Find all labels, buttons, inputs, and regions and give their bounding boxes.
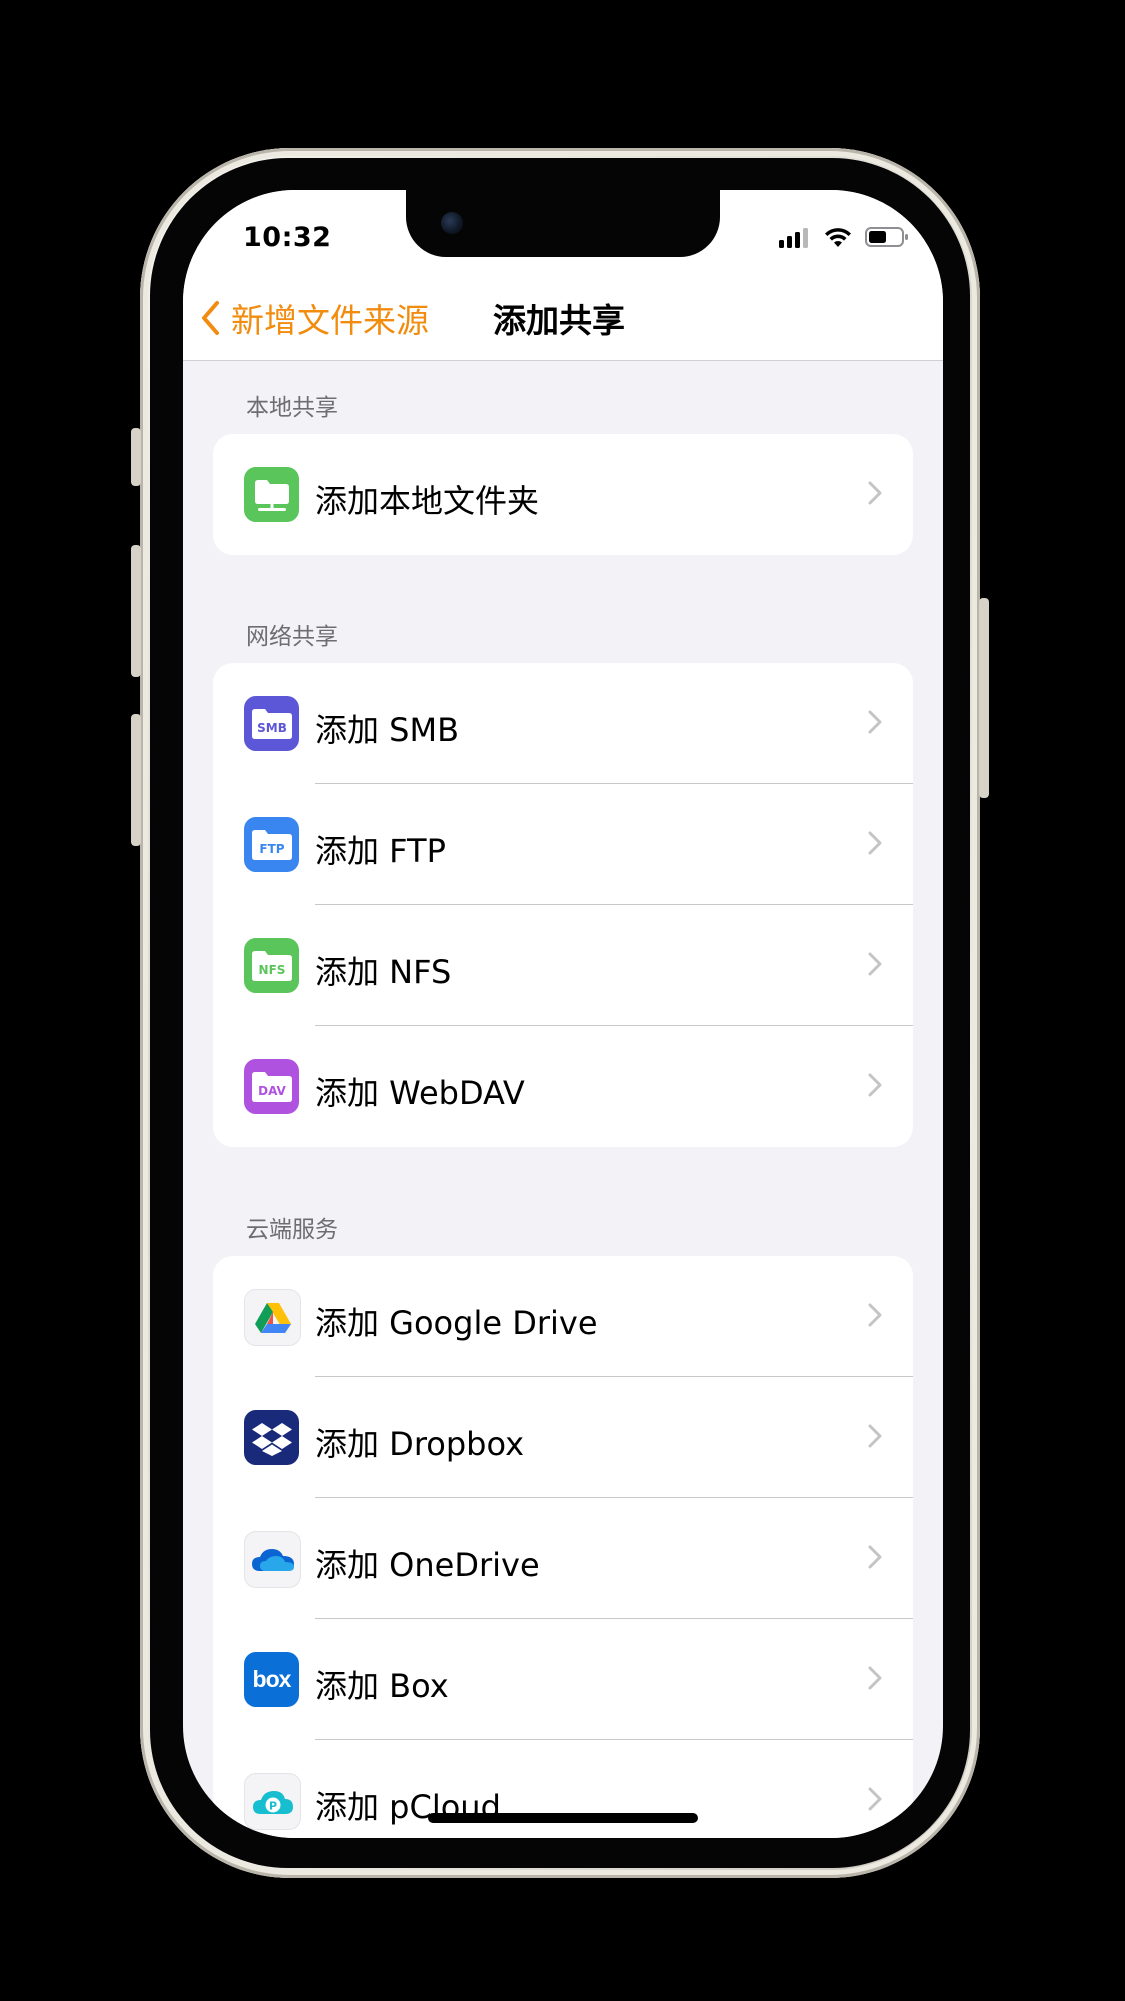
screen: 10:32 新增文件来源 添加共享 本地共享 添加本地文件夹 网络共享 SMB …	[183, 190, 943, 1838]
list-item-label: 添加本地文件夹	[315, 482, 540, 520]
svg-text:FTP: FTP	[259, 842, 284, 856]
chevron-left-icon	[202, 301, 219, 335]
smb-folder-icon: SMB	[244, 696, 299, 751]
svg-text:DAV: DAV	[258, 1084, 286, 1098]
chevron-right-icon	[868, 831, 882, 855]
local-folder-icon	[244, 467, 299, 522]
page-title: 添加共享	[493, 301, 625, 340]
home-indicator[interactable]	[428, 1813, 698, 1823]
dropbox-icon	[244, 1410, 299, 1465]
front-camera	[441, 212, 463, 234]
section-header-cloud: 云端服务	[246, 1217, 338, 1243]
list-item-add-box[interactable]: box 添加 Box	[213, 1619, 913, 1740]
box-icon: box	[244, 1652, 299, 1707]
card-network-share: SMB 添加 SMB FTP 添加 FTP NFS 添加 NFS DAV 添加 …	[213, 663, 913, 1147]
list-item-add-smb[interactable]: SMB 添加 SMB	[213, 663, 913, 784]
list-item-add-dropbox[interactable]: 添加 Dropbox	[213, 1377, 913, 1498]
list-item-label: 添加 NFS	[315, 953, 452, 991]
ftp-folder-icon: FTP	[244, 817, 299, 872]
volume-up-button	[131, 545, 141, 677]
list-item-add-onedrive[interactable]: 添加 OneDrive	[213, 1498, 913, 1619]
list-item-label: 添加 FTP	[315, 832, 446, 870]
list-item-add-webdav[interactable]: DAV 添加 WebDAV	[213, 1026, 913, 1147]
chevron-right-icon	[868, 1787, 882, 1811]
back-button-label: 新增文件来源	[231, 301, 429, 340]
svg-text:P: P	[268, 1799, 276, 1812]
list-item-label: 添加 Google Drive	[315, 1304, 598, 1342]
list-item-label: 添加 OneDrive	[315, 1546, 540, 1584]
svg-text:SMB: SMB	[257, 721, 287, 735]
chevron-right-icon	[868, 710, 882, 734]
chevron-right-icon	[868, 1303, 882, 1327]
card-local-share: 添加本地文件夹	[213, 434, 913, 555]
volume-down-button	[131, 714, 141, 846]
list-item-add-nfs[interactable]: NFS 添加 NFS	[213, 905, 913, 1026]
card-cloud-services: 添加 Google Drive 添加 Dropbox 添加 OneDrive b…	[213, 1256, 913, 1838]
chevron-right-icon	[868, 481, 882, 505]
cellular-signal-icon	[779, 228, 808, 248]
battery-icon	[865, 227, 908, 247]
list-item-add-pcloud[interactable]: P 添加 pCloud	[213, 1740, 913, 1838]
wifi-icon	[825, 228, 851, 247]
chevron-right-icon	[868, 1666, 882, 1690]
nfs-folder-icon: NFS	[244, 938, 299, 993]
status-time: 10:32	[243, 222, 332, 253]
list-item-add-ftp[interactable]: FTP 添加 FTP	[213, 784, 913, 905]
power-button	[979, 598, 989, 798]
google-drive-icon	[244, 1289, 301, 1346]
svg-text:NFS: NFS	[258, 963, 285, 977]
onedrive-icon	[244, 1531, 301, 1588]
chevron-right-icon	[868, 1545, 882, 1569]
back-button[interactable]: 新增文件来源	[199, 294, 429, 342]
list-item-label: 添加 WebDAV	[315, 1074, 525, 1112]
chevron-right-icon	[868, 952, 882, 976]
list-item-label: 添加 SMB	[315, 711, 460, 749]
chevron-right-icon	[868, 1424, 882, 1448]
mute-switch	[131, 428, 141, 486]
status-icons	[779, 226, 909, 248]
section-header-local: 本地共享	[246, 395, 338, 421]
list-item-add-local-folder[interactable]: 添加本地文件夹	[213, 434, 913, 555]
chevron-right-icon	[868, 1073, 882, 1097]
section-header-network: 网络共享	[246, 624, 338, 650]
list-item-label: 添加 Dropbox	[315, 1425, 525, 1463]
pcloud-icon: P	[244, 1773, 301, 1830]
list-item-add-google-drive[interactable]: 添加 Google Drive	[213, 1256, 913, 1377]
webdav-folder-icon: DAV	[244, 1059, 299, 1114]
navigation-bar: 新增文件来源 添加共享	[183, 260, 943, 361]
list-item-label: 添加 Box	[315, 1667, 449, 1705]
